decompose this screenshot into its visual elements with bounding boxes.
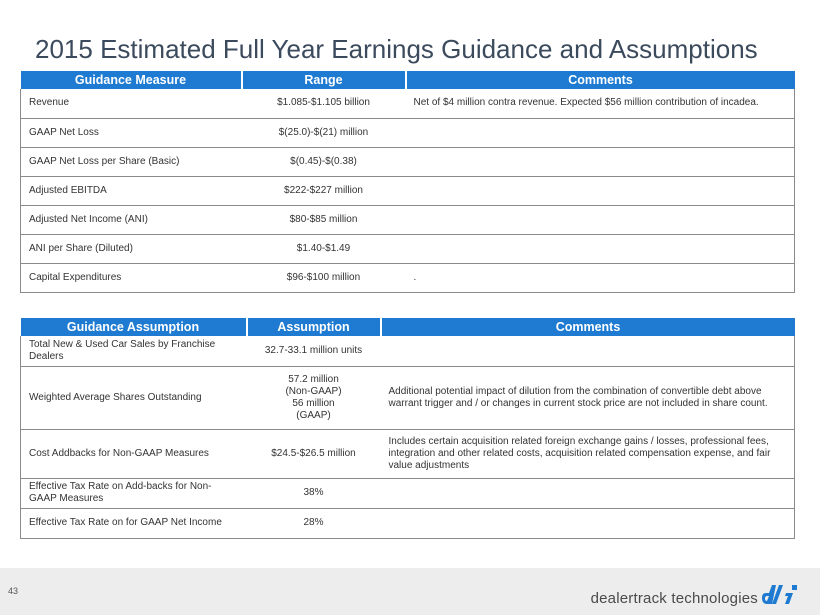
table-row: ANI per Share (Diluted) $1.40-$1.49 [20, 234, 795, 264]
measure-cell: GAAP Net Loss per Share (Basic) [20, 147, 242, 177]
value-line: 56 million [292, 397, 335, 409]
value-line: (Non-GAAP) [285, 385, 342, 397]
table-row: Capital Expenditures $96-$100 million . [20, 263, 795, 293]
guidance-table-header: Guidance Measure Range Comments [20, 71, 795, 89]
measure-cell: Capital Expenditures [20, 263, 242, 293]
assumption-table-header: Guidance Assumption Assumption Comments [20, 318, 795, 336]
table-row: GAAP Net Loss $(25.0)-$(21) million [20, 118, 795, 148]
page-title: 2015 Estimated Full Year Earnings Guidan… [35, 34, 758, 64]
comment-cell: . [405, 263, 795, 293]
value-cell: 38% [246, 478, 381, 509]
header-comments: Comments [404, 71, 795, 89]
range-cell: $(25.0)-$(21) million [241, 118, 406, 148]
range-cell: $(0.45)-$(0.38) [241, 147, 406, 177]
value-line: (GAAP) [296, 409, 331, 421]
header-assumption: Assumption [245, 318, 381, 336]
comment-cell [405, 234, 795, 264]
measure-cell: ANI per Share (Diluted) [20, 234, 242, 264]
table-row: Revenue $1.085-$1.105 billion Net of $4 … [20, 89, 795, 119]
comment-cell [380, 336, 795, 367]
measure-cell: Adjusted Net Income (ANI) [20, 205, 242, 235]
value-cell: 32.7-33.1 million units [246, 336, 381, 367]
assumption-cell: Cost Addbacks for Non-GAAP Measures [20, 429, 247, 479]
table-row: Weighted Average Shares Outstanding 57.2… [20, 366, 795, 430]
assumption-cell: Weighted Average Shares Outstanding [20, 366, 247, 430]
comment-cell [380, 508, 795, 539]
comment-cell [405, 118, 795, 148]
value-cell: 57.2 million (Non-GAAP) 56 million (GAAP… [246, 366, 381, 430]
comment-cell: Includes certain acquisition related for… [380, 429, 795, 479]
footer-bar: 43 dealertrack technologies [0, 568, 820, 615]
measure-cell: GAAP Net Loss [20, 118, 242, 148]
table-row: Cost Addbacks for Non-GAAP Measures $24.… [20, 429, 795, 479]
comment-cell [405, 205, 795, 235]
header-comments: Comments [379, 318, 795, 336]
assumption-table: Guidance Assumption Assumption Comments … [20, 318, 795, 539]
assumption-cell: Effective Tax Rate on for GAAP Net Incom… [20, 508, 247, 539]
brand-wordmark: dealertrack technologies [590, 590, 758, 607]
value-cell: $24.5-$26.5 million [246, 429, 381, 479]
range-cell: $1.40-$1.49 [241, 234, 406, 264]
comment-cell: Additional potential impact of dilution … [380, 366, 795, 430]
assumption-cell: Effective Tax Rate on Add-backs for Non-… [20, 478, 247, 509]
measure-cell: Revenue [20, 89, 242, 119]
header-guidance-assumption: Guidance Assumption [20, 318, 247, 336]
range-cell: $1.085-$1.105 billion [241, 89, 406, 119]
measure-cell: Adjusted EBITDA [20, 176, 242, 206]
table-row: Effective Tax Rate on for GAAP Net Incom… [20, 508, 795, 539]
range-cell: $80-$85 million [241, 205, 406, 235]
value-line: 57.2 million [288, 373, 339, 385]
header-range: Range [240, 71, 406, 89]
value-cell: 28% [246, 508, 381, 539]
range-cell: $96-$100 million [241, 263, 406, 293]
table-row: GAAP Net Loss per Share (Basic) $(0.45)-… [20, 147, 795, 177]
dealertrack-logo-icon [762, 585, 797, 604]
range-cell: $222-$227 million [241, 176, 406, 206]
table-row: Effective Tax Rate on Add-backs for Non-… [20, 478, 795, 509]
table-row: Adjusted EBITDA $222-$227 million [20, 176, 795, 206]
comment-cell: Net of $4 million contra revenue. Expect… [405, 89, 795, 119]
comment-cell [405, 176, 795, 206]
assumption-cell: Total New & Used Car Sales by Franchise … [20, 336, 247, 367]
table-row: Total New & Used Car Sales by Franchise … [20, 336, 795, 367]
page-number: 43 [8, 586, 19, 596]
comment-cell [405, 147, 795, 177]
table-row: Adjusted Net Income (ANI) $80-$85 millio… [20, 205, 795, 235]
header-guidance-measure: Guidance Measure [20, 71, 242, 89]
comment-cell [380, 478, 795, 509]
guidance-table: Guidance Measure Range Comments Revenue … [20, 71, 795, 293]
